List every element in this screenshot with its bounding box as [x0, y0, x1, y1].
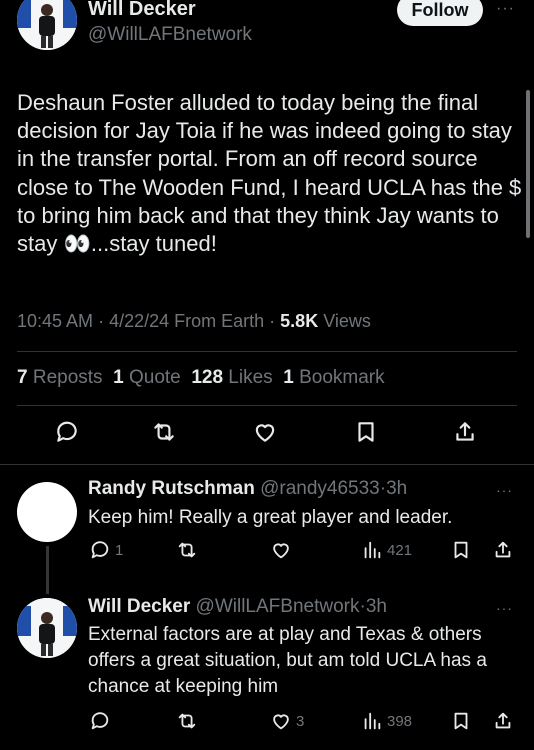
likes-count: 128 [191, 367, 224, 388]
bookmarks-stat[interactable]: 1 Bookmark [283, 367, 384, 388]
view-count: 421 [387, 541, 413, 559]
bookmarks-label: Bookmark [299, 367, 385, 388]
share-icon [495, 541, 511, 558]
tweet-text: Deshaun Foster alluded to today being th… [17, 90, 522, 257]
bookmark-button[interactable] [450, 710, 472, 732]
share-icon [456, 422, 474, 441]
views-count: 5.8K [280, 311, 319, 331]
reply-author-handle[interactable]: @randy46533 [260, 478, 380, 499]
divider [0, 464, 534, 465]
reply-avatar[interactable] [17, 482, 77, 542]
reply-icon [91, 541, 109, 559]
bookmark-button[interactable] [353, 419, 379, 445]
more-icon[interactable]: ··· [496, 482, 513, 498]
repost-icon [154, 423, 174, 441]
reply-icon [57, 421, 77, 442]
reposts-stat[interactable]: 7 Reposts [17, 367, 103, 388]
divider [17, 405, 517, 406]
reply-text: External factors are at play and Texas &… [88, 624, 487, 697]
reply-button[interactable] [89, 710, 111, 732]
engagement-stats: 7 Reposts 1 Quote 128 Likes 1 Bookmark [17, 367, 385, 389]
reply-time[interactable]: 3h [386, 478, 407, 499]
author-handle[interactable]: @WillLAFBnetwork [88, 24, 252, 46]
reposts-count: 7 [17, 367, 28, 388]
more-icon[interactable]: ··· [496, 0, 515, 18]
view-count: 398 [387, 712, 413, 730]
scrollbar[interactable] [526, 90, 530, 238]
like-count: 3 [296, 712, 305, 730]
author-name[interactable]: Will Decker [88, 0, 196, 21]
share-button[interactable] [492, 710, 514, 732]
share-icon [495, 712, 511, 729]
reply-author-name[interactable]: Will Decker [88, 596, 190, 617]
follow-button[interactable]: Follow [397, 0, 483, 26]
reply-time[interactable]: 3h [366, 596, 387, 617]
author-avatar[interactable] [17, 0, 77, 50]
views-label: Views [323, 311, 371, 331]
repost-button[interactable] [176, 539, 198, 561]
reply-avatar[interactable] [17, 598, 77, 658]
reply-icon [91, 712, 109, 730]
bookmarks-count: 1 [283, 367, 294, 388]
quotes-label: Quote [128, 367, 181, 388]
repost-button[interactable] [151, 419, 177, 445]
reply-count: 1 [115, 541, 124, 559]
reply-author-handle[interactable]: @WillLAFBnetwork [196, 596, 360, 617]
likes-label: Likes [228, 367, 273, 388]
repost-icon [178, 713, 196, 729]
reply-text: Keep him! Really a great player and lead… [88, 507, 453, 528]
like-icon [273, 543, 289, 559]
share-button[interactable] [492, 539, 514, 561]
bookmark-icon [454, 541, 468, 559]
like-icon [255, 424, 275, 442]
views-icon [364, 541, 381, 559]
likes-stat[interactable]: 128 Likes [191, 367, 272, 388]
tweet-source: From Earth [174, 311, 265, 331]
reply-header: Randy Rutschman @randy46533·3h [88, 478, 407, 500]
like-button[interactable]: 3 [270, 710, 304, 732]
views-button[interactable]: 398 [361, 710, 412, 732]
share-button[interactable] [452, 419, 478, 445]
like-icon [273, 714, 289, 730]
views-icon [364, 712, 381, 730]
repost-icon [178, 542, 196, 558]
tweet-meta: 10:45 AM · 4/22/24 From Earth · 5.8K Vie… [17, 311, 371, 331]
reply-header: Will Decker @WillLAFBnetwork·3h [88, 596, 387, 618]
tweet-time: 10:45 AM [17, 311, 94, 331]
repost-button[interactable] [176, 710, 198, 732]
reposts-label: Reposts [32, 367, 103, 388]
bookmark-icon [358, 422, 374, 442]
bookmark-button[interactable] [450, 539, 472, 561]
thread-line [46, 546, 49, 594]
bookmark-icon [454, 712, 468, 730]
reply-button[interactable]: 1 [89, 539, 123, 561]
tweet-date: 4/22/24 [109, 311, 170, 331]
views-button[interactable]: 421 [361, 539, 412, 561]
like-button[interactable] [270, 539, 292, 561]
quotes-stat[interactable]: 1 Quote [113, 367, 181, 388]
divider [17, 351, 517, 352]
quotes-count: 1 [113, 367, 124, 388]
like-button[interactable] [252, 419, 278, 445]
reply-button[interactable] [54, 419, 80, 445]
more-icon[interactable]: ··· [496, 600, 513, 616]
reply-author-name[interactable]: Randy Rutschman [88, 478, 255, 499]
